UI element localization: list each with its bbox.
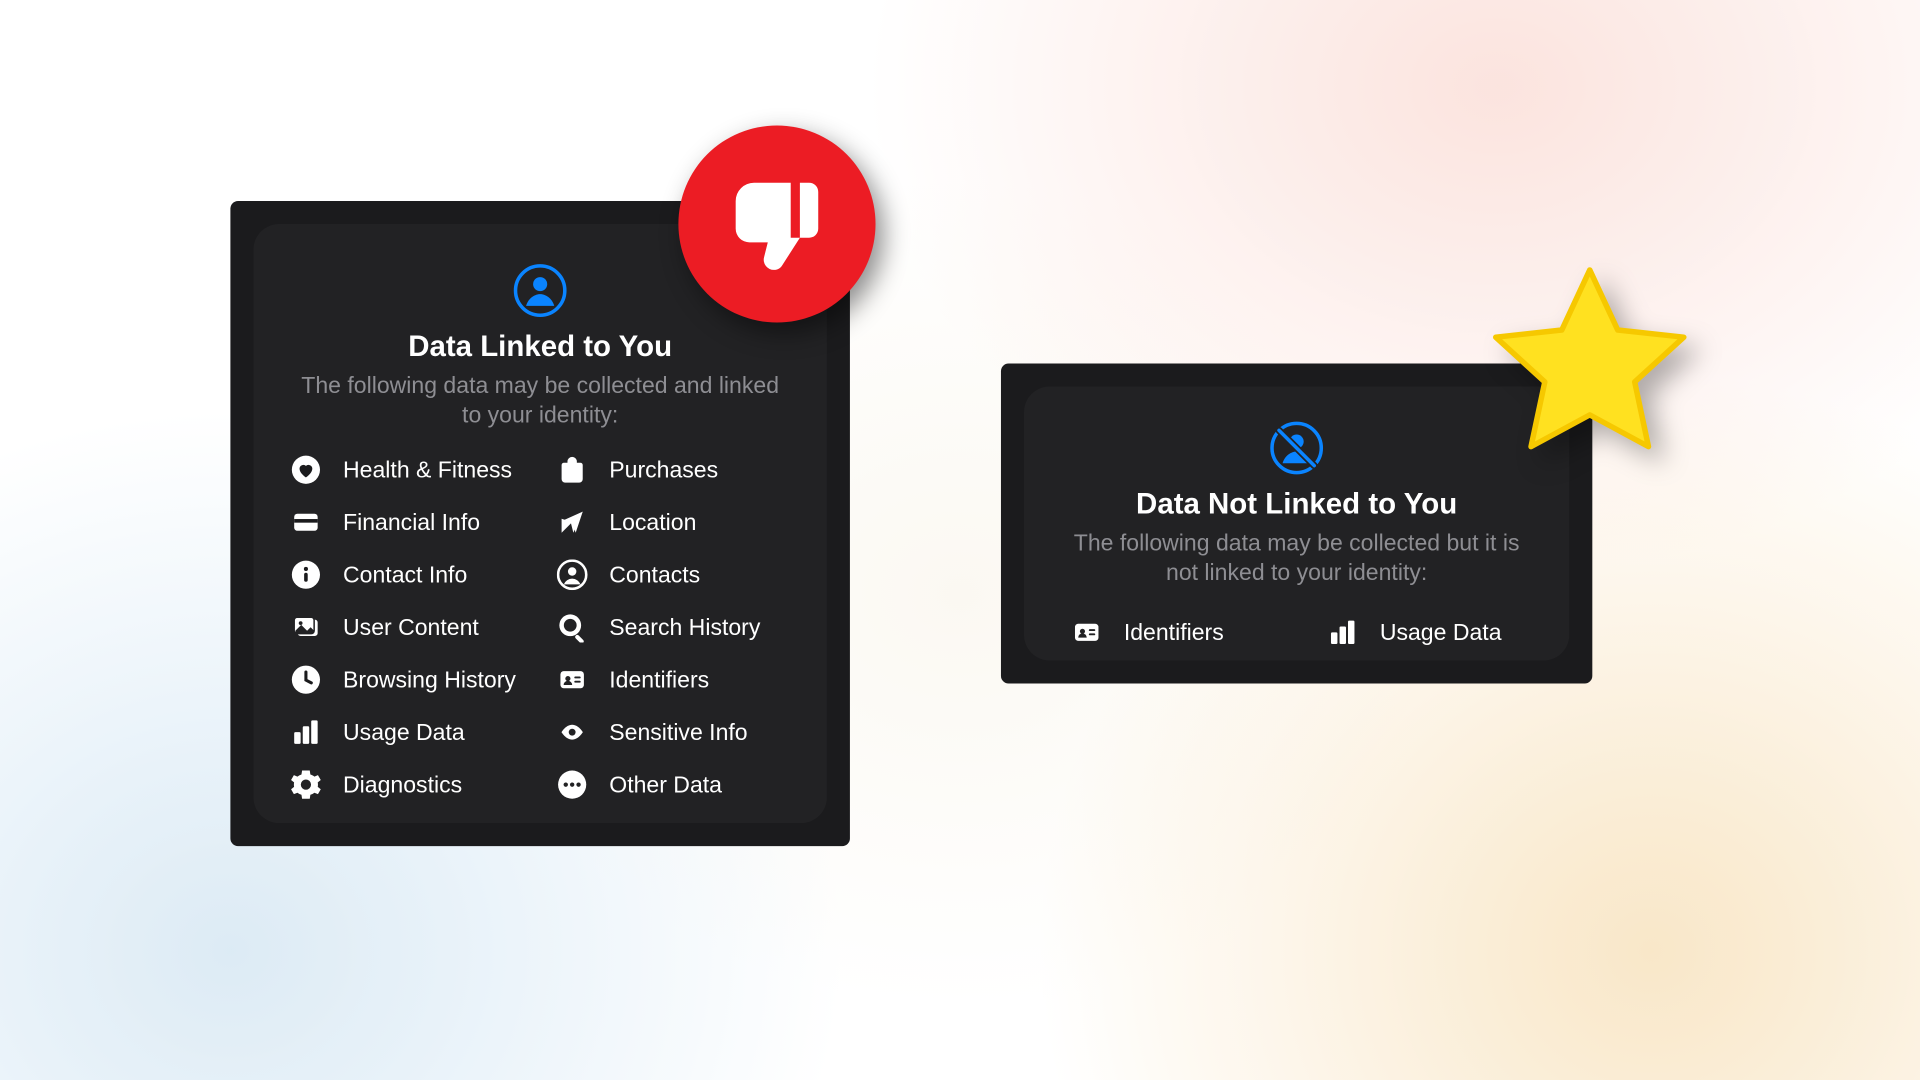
location-arrow-icon xyxy=(556,506,589,539)
item-label: Search History xyxy=(609,614,760,641)
list-item: Contact Info xyxy=(289,558,525,591)
item-label: Identifiers xyxy=(609,666,709,693)
person-not-linked-icon xyxy=(1268,420,1324,476)
bar-chart-icon xyxy=(1326,616,1359,649)
item-label: Contacts xyxy=(609,561,700,588)
star-badge xyxy=(1480,253,1700,473)
list-item: Browsing History xyxy=(289,663,525,696)
item-label: Financial Info xyxy=(343,509,480,536)
list-item: Health & Fitness xyxy=(289,453,525,486)
person-linked-icon xyxy=(512,262,568,318)
person-circle-icon xyxy=(556,558,589,591)
star-icon xyxy=(1480,253,1700,473)
item-label: Contact Info xyxy=(343,561,467,588)
list-item: Search History xyxy=(556,611,792,644)
thumbs-down-badge xyxy=(678,125,875,322)
list-item: User Content xyxy=(289,611,525,644)
eye-icon xyxy=(556,716,589,749)
list-item: Contacts xyxy=(556,558,792,591)
item-label: Browsing History xyxy=(343,666,516,693)
item-label: Sensitive Info xyxy=(609,719,747,746)
list-item: Diagnostics xyxy=(289,768,525,801)
item-label: Diagnostics xyxy=(343,771,462,798)
item-label: Purchases xyxy=(609,456,718,483)
info-circle-icon xyxy=(289,558,322,591)
item-label: Identifiers xyxy=(1124,619,1224,646)
clock-icon xyxy=(289,663,322,696)
bag-icon xyxy=(556,453,589,486)
list-item: Location xyxy=(556,506,792,539)
data-not-linked-title: Data Not Linked to You xyxy=(1062,486,1530,521)
data-not-linked-subtitle: The following data may be collected but … xyxy=(1062,529,1530,588)
item-label: Usage Data xyxy=(1380,619,1502,646)
list-item: Sensitive Info xyxy=(556,716,792,749)
id-card-icon xyxy=(556,663,589,696)
item-label: Other Data xyxy=(609,771,722,798)
dots-icon xyxy=(556,768,589,801)
data-not-linked-grid: Identifiers Usage Data xyxy=(1062,616,1530,649)
bar-chart-icon xyxy=(289,716,322,749)
heart-circle-icon xyxy=(289,453,322,486)
data-linked-grid: Health & Fitness Financial Info Contact … xyxy=(289,453,791,801)
list-item: Financial Info xyxy=(289,506,525,539)
search-icon xyxy=(556,611,589,644)
item-label: Health & Fitness xyxy=(343,456,512,483)
gear-icon xyxy=(289,768,322,801)
data-linked-subtitle: The following data may be collected and … xyxy=(289,371,791,430)
list-item: Other Data xyxy=(556,768,792,801)
data-linked-title: Data Linked to You xyxy=(289,329,791,364)
item-label: Usage Data xyxy=(343,719,465,746)
item-label: Location xyxy=(609,509,696,536)
credit-card-icon xyxy=(289,506,322,539)
list-item: Usage Data xyxy=(289,716,525,749)
list-item: Identifiers xyxy=(1070,616,1275,649)
list-item: Usage Data xyxy=(1326,616,1531,649)
image-icon xyxy=(289,611,322,644)
list-item: Identifiers xyxy=(556,663,792,696)
item-label: User Content xyxy=(343,614,479,641)
list-item: Purchases xyxy=(556,453,792,486)
id-card-icon xyxy=(1070,616,1103,649)
thumbs-down-icon xyxy=(722,169,832,279)
